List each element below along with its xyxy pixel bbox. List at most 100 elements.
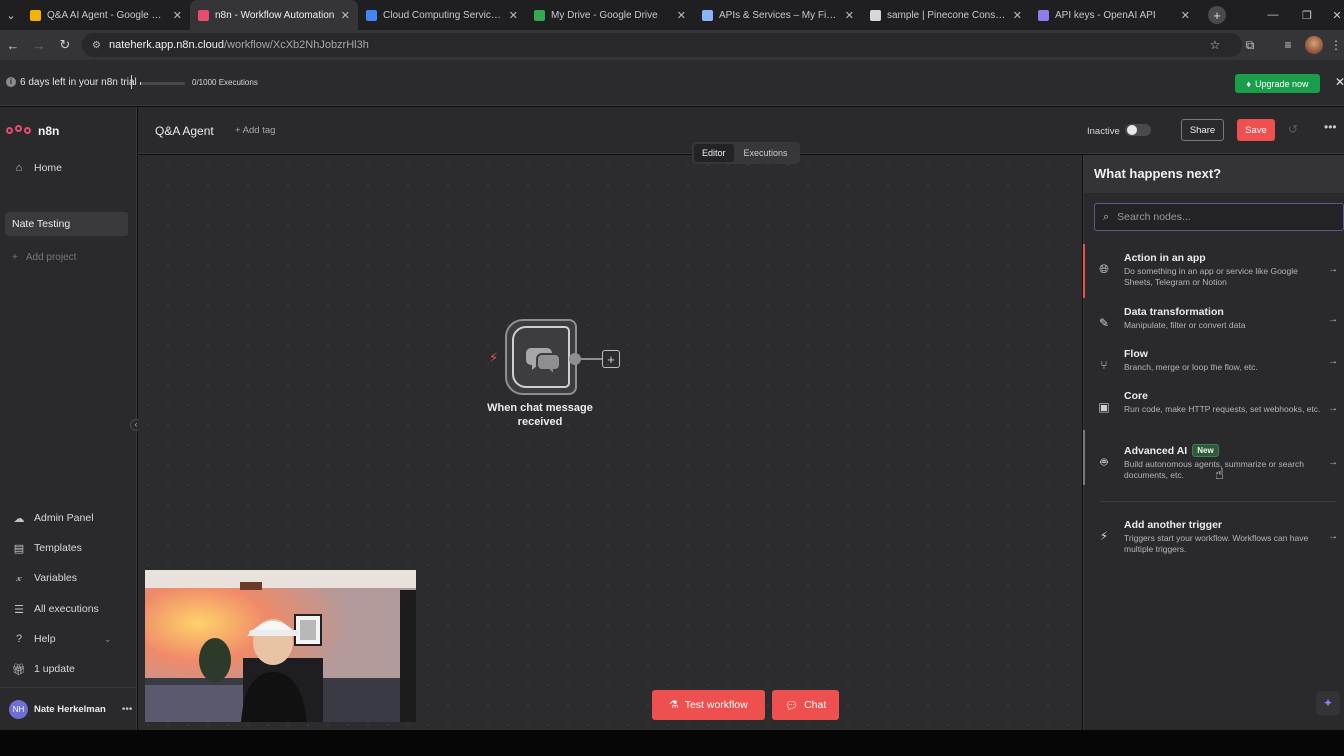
sidebar-item-label: Templates — [34, 542, 82, 554]
more-icon[interactable]: ••• — [122, 704, 133, 715]
option-data-transformation[interactable]: ✎ Data transformation Manipulate, filter … — [1084, 306, 1344, 331]
close-tab-icon[interactable]: ✕ — [845, 9, 854, 22]
close-tab-icon[interactable]: ✕ — [173, 9, 182, 22]
option-name: Action in an app — [1124, 252, 1206, 264]
share-button[interactable]: Share — [1181, 119, 1224, 141]
option-advanced-ai[interactable]: 🤖︎ Advanced AI New Build autonomous agents… — [1083, 430, 1344, 485]
tab-title: My Drive - Google Drive — [551, 9, 658, 21]
brand-name: n8n — [38, 124, 60, 138]
restore-icon[interactable]: ❐ — [1290, 0, 1324, 30]
tab-executions[interactable]: Executions — [736, 144, 796, 162]
close-window-icon[interactable]: ✕ — [1320, 0, 1344, 30]
close-tab-icon[interactable]: ✕ — [1181, 9, 1190, 22]
site-info-icon[interactable]: ⚙ — [92, 40, 101, 51]
active-status-label: Inactive — [1087, 126, 1120, 137]
variables-icon: 𝓍 — [16, 571, 22, 584]
n8n-logo[interactable]: n8n — [6, 124, 59, 138]
executions-count: 0/1000 Executions — [192, 78, 258, 87]
search-input[interactable] — [1117, 211, 1328, 223]
tab-search-icon[interactable]: ⌄ — [0, 0, 22, 30]
browser-tab-active[interactable]: n8n - Workflow Automation ✕ — [190, 0, 358, 30]
help-icon: ? — [15, 633, 23, 645]
new-tab-button[interactable]: + — [1208, 6, 1226, 24]
sidebar-item-admin-panel[interactable]: ☁ Admin Panel — [0, 505, 137, 531]
templates-icon: ▤ — [13, 542, 25, 555]
option-name: Flow — [1124, 348, 1148, 360]
test-workflow-button[interactable]: ⚗ Test workflow — [652, 690, 765, 720]
arrow-right-icon: → — [1328, 314, 1338, 325]
mouse-pointer-icon: ☝︎ — [1215, 466, 1225, 483]
sidebar-item-templates[interactable]: ▤ Templates — [0, 535, 137, 561]
option-desc: Triggers start your workflow. Workflows … — [1124, 533, 1309, 554]
sidebar-item-updates[interactable]: 🎁︎ 1 update — [0, 656, 137, 682]
option-name: Data transformation — [1124, 306, 1224, 318]
close-tab-icon[interactable]: ✕ — [509, 9, 518, 22]
option-add-another-trigger[interactable]: ⚡︎ Add another trigger Triggers start you… — [1084, 519, 1344, 555]
option-desc: Build autonomous agents, summarize or se… — [1124, 459, 1305, 480]
browser-tab[interactable]: Cloud Computing Services | Go ✕ — [358, 0, 526, 30]
history-icon[interactable]: ↺ — [1288, 122, 1298, 136]
back-icon[interactable]: ← — [0, 38, 26, 53]
option-desc: Manipulate, filter or convert data — [1124, 320, 1246, 330]
add-node-button[interactable]: + — [602, 350, 620, 368]
option-name: Add another trigger — [1124, 519, 1223, 531]
sidebar-item-all-executions[interactable]: ☰ All executions — [0, 596, 137, 622]
plus-icon: + — [12, 252, 18, 263]
save-button[interactable]: Save — [1237, 119, 1275, 141]
add-tag-button[interactable]: + Add tag — [235, 125, 275, 136]
profile-avatar[interactable] — [1302, 30, 1326, 60]
option-core[interactable]: ▣ Core Run code, make HTTP requests, set … — [1084, 390, 1344, 415]
browser-tab[interactable]: sample | Pinecone Console ✕ — [862, 0, 1030, 30]
sidebar-item-label: Admin Panel — [34, 512, 94, 524]
reload-icon[interactable]: ↻ — [52, 37, 78, 53]
taskbar — [0, 730, 1344, 756]
sidebar-item-help[interactable]: ? Help ⌄ — [0, 626, 137, 652]
bookmark-star-icon[interactable]: ☆ — [1203, 30, 1227, 60]
browser-tab-bar: ⌄ Q&A AI Agent - Google Slides ✕ n8n - Wo… — [0, 0, 1344, 30]
view-mode-switch: Editor Executions — [692, 142, 800, 164]
browser-tab[interactable]: APIs & Services – My First Proje ✕ — [694, 0, 862, 30]
chevron-down-icon: ⌄ — [104, 633, 112, 644]
tab-title: sample | Pinecone Console — [887, 9, 1007, 21]
openai-favicon-icon — [1038, 9, 1049, 21]
workflow-name[interactable]: Q&A Agent — [155, 124, 214, 138]
forward-icon[interactable]: → — [26, 38, 52, 53]
search-icon: ⌕ — [1103, 210, 1110, 223]
trial-banner: i 6 days left in your n8n trial 0/1000 E… — [0, 60, 1344, 106]
browser-tab[interactable]: API keys - OpenAI API ✕ — [1030, 0, 1198, 30]
sidebar-item-home[interactable]: ⌂ Home — [0, 155, 137, 181]
browser-tab[interactable]: My Drive - Google Drive ✕ — [526, 0, 694, 30]
add-project-button[interactable]: + Add project — [12, 252, 76, 263]
option-action-in-app[interactable]: 🌐︎ Action in an app Do something in an ap… — [1083, 244, 1344, 298]
home-icon: ⌂ — [15, 162, 23, 174]
address-bar[interactable]: ⚙ nateherk.app.n8n.cloud/workflow/XcXb2N… — [82, 33, 1242, 57]
option-flow[interactable]: ⑂ Flow Branch, merge or loop the flow, et… — [1084, 348, 1344, 373]
browser-menu-icon[interactable]: ⋮ — [1328, 30, 1344, 60]
tab-title: n8n - Workflow Automation — [215, 9, 335, 21]
close-banner-icon[interactable]: ✕ — [1335, 75, 1344, 89]
pencil-icon: ✎ — [1098, 316, 1110, 330]
tab-editor[interactable]: Editor — [694, 144, 734, 162]
sidebar-project-nate-testing[interactable]: Nate Testing — [5, 212, 128, 236]
close-tab-icon[interactable]: ✕ — [341, 9, 350, 22]
active-toggle[interactable] — [1125, 124, 1151, 136]
bolt-icon: ⚡︎ — [1099, 529, 1109, 543]
url-host: nateherk.app.n8n.cloud — [108, 39, 224, 51]
upgrade-button[interactable]: ♦ Upgrade now — [1235, 74, 1320, 93]
close-tab-icon[interactable]: ✕ — [1013, 9, 1022, 22]
media-icon[interactable]: ≡ — [1276, 30, 1300, 60]
extensions-icon[interactable]: ⧉ — [1238, 30, 1262, 60]
ai-assistant-icon[interactable]: ✦ — [1316, 691, 1340, 715]
node-label: When chat message received — [487, 402, 593, 428]
more-options-icon[interactable]: ••• — [1324, 120, 1337, 134]
close-tab-icon[interactable]: ✕ — [677, 9, 686, 22]
arrow-right-icon: → — [1328, 403, 1338, 414]
avatar: NH — [9, 699, 28, 719]
sidebar-item-variables[interactable]: 𝓍 Variables — [0, 565, 137, 591]
chat-button[interactable]: 💬︎ Chat — [772, 690, 839, 720]
chat-trigger-node[interactable] — [505, 319, 577, 395]
browser-tab[interactable]: Q&A AI Agent - Google Slides ✕ — [22, 0, 190, 30]
user-menu[interactable]: NH Nate Herkelman ••• — [0, 687, 137, 730]
search-nodes-field[interactable]: ⌕ — [1094, 203, 1344, 231]
minimize-icon[interactable]: — — [1256, 0, 1290, 30]
